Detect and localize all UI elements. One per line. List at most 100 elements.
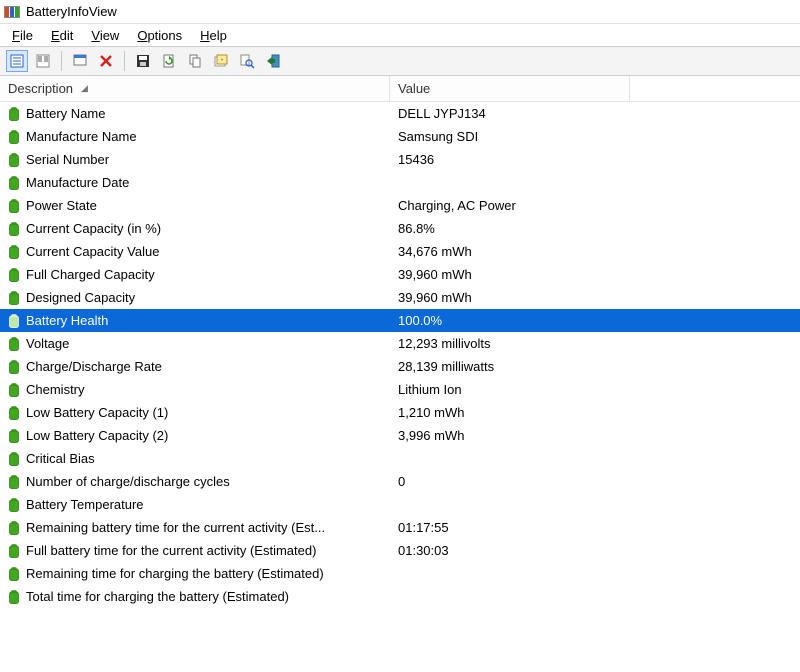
window-title: BatteryInfoView (26, 4, 117, 19)
tb-view-list[interactable] (32, 50, 54, 72)
table-row[interactable]: Low Battery Capacity (1) 1,210 mWh (0, 401, 800, 424)
menu-options[interactable]: Options (129, 26, 190, 45)
description-text: Full Charged Capacity (26, 267, 155, 282)
list-view: Description ◢ Value Battery Name DELL JYP… (0, 76, 800, 608)
battery-icon (8, 222, 20, 236)
description-text: Voltage (26, 336, 69, 351)
tb-save[interactable] (132, 50, 154, 72)
table-row[interactable]: Charge/Discharge Rate 28,139 milliwatts (0, 355, 800, 378)
table-row[interactable]: Battery Health100.0% (0, 309, 800, 332)
cell-description: Charge/Discharge Rate (0, 359, 390, 374)
cell-description: Remaining time for charging the battery … (0, 566, 390, 581)
description-text: Remaining battery time for the current a… (26, 520, 325, 535)
tb-delete[interactable] (95, 50, 117, 72)
battery-icon (8, 337, 20, 351)
table-row[interactable]: Designed Capacity39,960 mWh (0, 286, 800, 309)
cell-value: Charging, AC Power (390, 198, 630, 213)
battery-icon (8, 498, 20, 512)
table-row[interactable]: Full Charged Capacity 39,960 mWh (0, 263, 800, 286)
app-icon (4, 4, 20, 20)
tb-exit[interactable] (262, 50, 284, 72)
table-row[interactable]: Manufacture Date (0, 171, 800, 194)
toolbar-separator (124, 51, 125, 71)
tb-find[interactable] (236, 50, 258, 72)
sort-indicator-icon: ◢ (81, 83, 88, 94)
table-row[interactable]: Manufacture Name Samsung SDI (0, 125, 800, 148)
toolbar (0, 46, 800, 76)
tb-refresh[interactable] (158, 50, 180, 72)
menu-edit[interactable]: Edit (43, 26, 81, 45)
cell-description: Total time for charging the battery (Est… (0, 589, 390, 604)
tb-view-details[interactable] (6, 50, 28, 72)
menu-file[interactable]: File (4, 26, 41, 45)
cell-description: Full Charged Capacity (0, 267, 390, 282)
table-row[interactable]: Serial Number 15436 (0, 148, 800, 171)
table-row[interactable]: Number of charge/discharge cycles0 (0, 470, 800, 493)
tb-copy[interactable] (184, 50, 206, 72)
battery-icon (8, 567, 20, 581)
battery-icon (8, 406, 20, 420)
column-header-label: Description (8, 81, 73, 96)
cell-value: 01:30:03 (390, 543, 630, 558)
table-row[interactable]: Low Battery Capacity (2)3,996 mWh (0, 424, 800, 447)
cell-value: 15436 (390, 152, 630, 167)
cell-value: 39,960 mWh (390, 290, 630, 305)
battery-icon (8, 314, 20, 328)
cell-value: 1,210 mWh (390, 405, 630, 420)
menu-view[interactable]: View (83, 26, 127, 45)
table-row[interactable]: Power StateCharging, AC Power (0, 194, 800, 217)
table-row[interactable]: Remaining time for charging the battery … (0, 562, 800, 585)
cell-value: DELL JYPJ134 (390, 106, 630, 121)
cell-value: 86.8% (390, 221, 630, 236)
table-row[interactable]: ChemistryLithium Ion (0, 378, 800, 401)
battery-icon (8, 429, 20, 443)
cell-description: Number of charge/discharge cycles (0, 474, 390, 489)
cell-value: 28,139 milliwatts (390, 359, 630, 374)
cell-value: Samsung SDI (390, 129, 630, 144)
battery-icon (8, 107, 20, 121)
description-text: Number of charge/discharge cycles (26, 474, 230, 489)
menu-help[interactable]: Help (192, 26, 235, 45)
battery-icon (8, 452, 20, 466)
column-header-value[interactable]: Value (390, 76, 630, 101)
battery-icon (8, 590, 20, 604)
description-text: Battery Health (26, 313, 108, 328)
description-text: Manufacture Name (26, 129, 137, 144)
cell-description: Current Capacity (in %) (0, 221, 390, 236)
column-header-row: Description ◢ Value (0, 76, 800, 102)
description-text: Full battery time for the current activi… (26, 543, 316, 558)
cell-value: 39,960 mWh (390, 267, 630, 282)
battery-icon (8, 245, 20, 259)
description-text: Serial Number (26, 152, 109, 167)
cell-description: Power State (0, 198, 390, 213)
description-text: Critical Bias (26, 451, 95, 466)
table-row[interactable]: Current Capacity Value34,676 mWh (0, 240, 800, 263)
description-text: Low Battery Capacity (1) (26, 405, 168, 420)
cell-value: 01:17:55 (390, 520, 630, 535)
cell-description: Current Capacity Value (0, 244, 390, 259)
table-row[interactable]: Total time for charging the battery (Est… (0, 585, 800, 608)
table-row[interactable]: Battery Name DELL JYPJ134 (0, 102, 800, 125)
title-bar: BatteryInfoView (0, 0, 800, 24)
table-row[interactable]: Voltage12,293 millivolts (0, 332, 800, 355)
table-row[interactable]: Critical Bias (0, 447, 800, 470)
description-text: Battery Name (26, 106, 105, 121)
cell-description: Low Battery Capacity (2) (0, 428, 390, 443)
menu-bar: File Edit View Options Help (0, 24, 800, 46)
cell-value: 34,676 mWh (390, 244, 630, 259)
table-row[interactable]: Battery Temperature (0, 493, 800, 516)
cell-description: Remaining battery time for the current a… (0, 520, 390, 535)
table-row[interactable]: Current Capacity (in %)86.8% (0, 217, 800, 240)
description-text: Charge/Discharge Rate (26, 359, 162, 374)
table-row[interactable]: Remaining battery time for the current a… (0, 516, 800, 539)
tb-options[interactable] (210, 50, 232, 72)
cell-description: Battery Temperature (0, 497, 390, 512)
description-text: Low Battery Capacity (2) (26, 428, 168, 443)
cell-description: Battery Name (0, 106, 390, 121)
table-row[interactable]: Full battery time for the current activi… (0, 539, 800, 562)
column-header-description[interactable]: Description ◢ (0, 76, 390, 101)
description-text: Remaining time for charging the battery … (26, 566, 324, 581)
tb-properties[interactable] (69, 50, 91, 72)
battery-icon (8, 475, 20, 489)
battery-icon (8, 544, 20, 558)
